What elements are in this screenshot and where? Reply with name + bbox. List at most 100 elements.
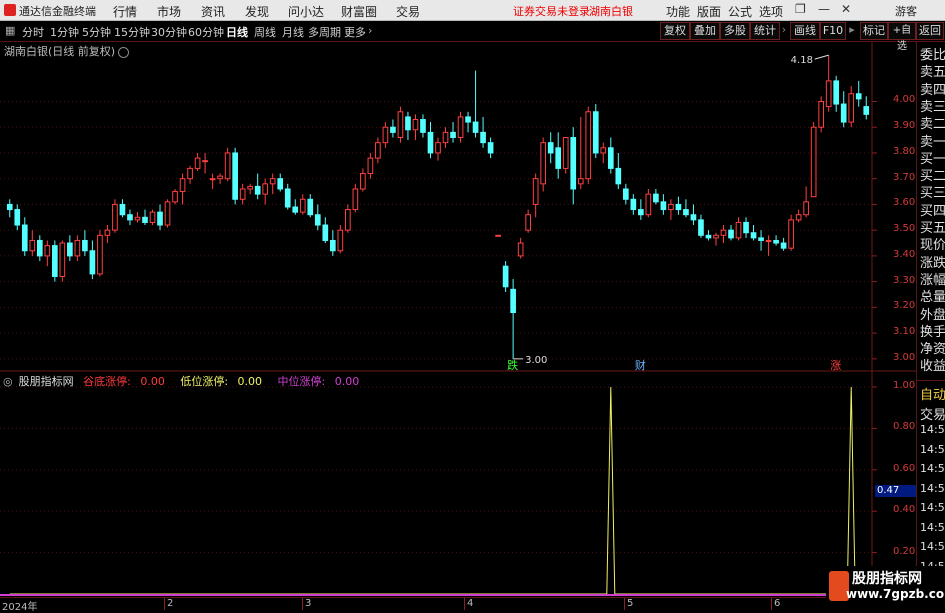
quote-field-label[interactable]: 买五 bbox=[920, 217, 945, 236]
back-button[interactable]: 返回 bbox=[916, 22, 944, 40]
candle bbox=[179, 173, 186, 205]
candle bbox=[863, 96, 870, 120]
candle-body bbox=[435, 142, 441, 154]
candle-body bbox=[855, 93, 862, 100]
quote-field-label[interactable]: 买二 bbox=[920, 165, 945, 184]
multi-stock-button[interactable]: 多股 bbox=[720, 22, 750, 40]
tick-time: 14:56 bbox=[920, 540, 945, 553]
quote-field-label[interactable]: 涨幅 bbox=[920, 269, 945, 288]
candle bbox=[758, 230, 764, 251]
menu-market[interactable]: 市场 bbox=[157, 3, 181, 20]
indicator-header: ◎ 股朋指标网 谷底涨停: 0.00 低位涨停: 0.00 中位涨停: 0.00 bbox=[3, 373, 371, 389]
candle bbox=[247, 183, 254, 195]
candle bbox=[773, 235, 779, 246]
indicator-name[interactable]: 股朋指标网 bbox=[19, 375, 74, 388]
candle bbox=[645, 188, 652, 218]
menu-news[interactable]: 资讯 bbox=[201, 3, 225, 20]
candle-body bbox=[630, 198, 637, 211]
candle bbox=[720, 225, 727, 244]
tick-time: 14:56 bbox=[920, 442, 945, 456]
adjust-button[interactable]: 复权 bbox=[660, 22, 690, 40]
draw-line-button[interactable]: 画线 bbox=[790, 22, 820, 40]
period-more[interactable]: 更多 bbox=[344, 24, 366, 40]
period-weekly[interactable]: 周线 bbox=[254, 24, 276, 40]
menu-function[interactable]: 功能 bbox=[666, 3, 690, 20]
menu-discover[interactable]: 发现 bbox=[245, 3, 269, 20]
candle-body bbox=[142, 216, 148, 223]
quote-field-label[interactable]: 换手 bbox=[920, 321, 945, 340]
menu-assistant[interactable]: 问小达 bbox=[288, 3, 324, 20]
user-guest[interactable]: 游客 bbox=[895, 3, 917, 19]
candle-body bbox=[758, 237, 764, 241]
quote-field-label[interactable]: 总量 bbox=[920, 286, 945, 305]
candle bbox=[390, 119, 396, 138]
candle bbox=[89, 240, 96, 280]
quote-field-label[interactable]: 涨跌 bbox=[920, 252, 945, 271]
quote-field-label[interactable]: 外盘 bbox=[920, 304, 945, 323]
quote-field-label[interactable]: 委比 bbox=[920, 44, 945, 63]
quote-field-label[interactable]: 净资 bbox=[920, 338, 945, 357]
candle bbox=[457, 111, 464, 143]
indicator-toggle-icon[interactable]: ◎ bbox=[3, 375, 13, 388]
quote-field-label[interactable]: 买一 bbox=[920, 148, 945, 167]
period-60min[interactable]: 60分钟 bbox=[188, 24, 224, 40]
window-restore-icon[interactable]: ❐ bbox=[795, 2, 806, 16]
candle bbox=[104, 225, 111, 244]
candle-body bbox=[262, 183, 269, 195]
mark-button[interactable]: 标记 bbox=[860, 22, 888, 40]
candle bbox=[487, 137, 494, 159]
menu-trade[interactable]: 交易 bbox=[396, 3, 420, 20]
grid-icon[interactable]: ▦ bbox=[5, 24, 15, 37]
candle-body bbox=[690, 214, 697, 221]
period-multi[interactable]: 多周期 bbox=[308, 24, 341, 40]
candle-body bbox=[329, 239, 336, 252]
candle-body bbox=[780, 242, 787, 249]
period-monthly[interactable]: 月线 bbox=[282, 24, 304, 40]
period-daily[interactable]: 日线 bbox=[226, 24, 248, 40]
overlay-button[interactable]: 叠加 bbox=[690, 22, 720, 40]
period-15min[interactable]: 15分钟 bbox=[114, 24, 150, 40]
quote-field-label[interactable]: 卖一 bbox=[920, 131, 945, 150]
trade-login-notice[interactable]: 证券交易未登录 bbox=[513, 3, 590, 19]
quote-field-label[interactable]: 收益 bbox=[920, 355, 945, 374]
chart-area[interactable]: 4.18 3.00 跌 财 涨 bbox=[0, 42, 916, 597]
current-stock-name: 湖南白银 bbox=[589, 5, 633, 18]
f10-button[interactable]: F10 bbox=[820, 22, 846, 40]
quote-field-label[interactable]: 买四 bbox=[920, 200, 945, 219]
menu-formula[interactable]: 公式 bbox=[728, 3, 752, 20]
time-tick-label: 5 bbox=[627, 598, 634, 609]
candle bbox=[36, 235, 43, 262]
quote-field-label[interactable]: 卖五 bbox=[920, 61, 945, 80]
trade-mode-label[interactable]: 自动 bbox=[920, 384, 945, 403]
menu-wealth[interactable]: 财富圈 bbox=[341, 3, 377, 20]
menu-options[interactable]: 选项 bbox=[759, 3, 783, 20]
period-1min[interactable]: 1分钟 bbox=[50, 24, 79, 40]
menu-layout[interactable]: 版面 bbox=[697, 3, 721, 20]
close-icon[interactable]: ✕ bbox=[841, 2, 851, 16]
add-watchlist-button[interactable]: +自选 bbox=[888, 22, 916, 52]
period-30min[interactable]: 30分钟 bbox=[151, 24, 187, 40]
price-tick-label: 3.50 bbox=[893, 223, 916, 235]
visibility-icon[interactable] bbox=[118, 46, 130, 58]
trade-mode-label[interactable]: 交易 bbox=[920, 404, 945, 423]
period-intraday[interactable]: 分时 bbox=[22, 24, 44, 40]
quote-field-label[interactable]: 现价 bbox=[920, 234, 945, 253]
candle-body bbox=[863, 106, 870, 115]
minimize-icon[interactable]: — bbox=[818, 2, 830, 16]
candle-body bbox=[743, 221, 749, 234]
stats-button[interactable]: 统计 bbox=[750, 22, 780, 40]
candle-body bbox=[427, 131, 434, 154]
quote-field-label[interactable]: 卖三 bbox=[920, 96, 945, 115]
candle bbox=[44, 240, 51, 267]
menu-quotes[interactable]: 行情 bbox=[113, 3, 137, 20]
chevron-right-icon[interactable]: › bbox=[368, 24, 372, 37]
price-tick-label: 3.30 bbox=[893, 274, 916, 286]
candle bbox=[112, 199, 118, 233]
candle-body bbox=[89, 250, 96, 275]
quote-field-label[interactable]: 买三 bbox=[920, 182, 945, 201]
quote-field-label[interactable]: 卖四 bbox=[920, 79, 945, 98]
more-tools-icon[interactable]: › bbox=[780, 22, 788, 38]
period-5min[interactable]: 5分钟 bbox=[82, 24, 111, 40]
quote-field-label[interactable]: 卖二 bbox=[920, 113, 945, 132]
settings-icon[interactable]: ▸ bbox=[846, 22, 858, 38]
